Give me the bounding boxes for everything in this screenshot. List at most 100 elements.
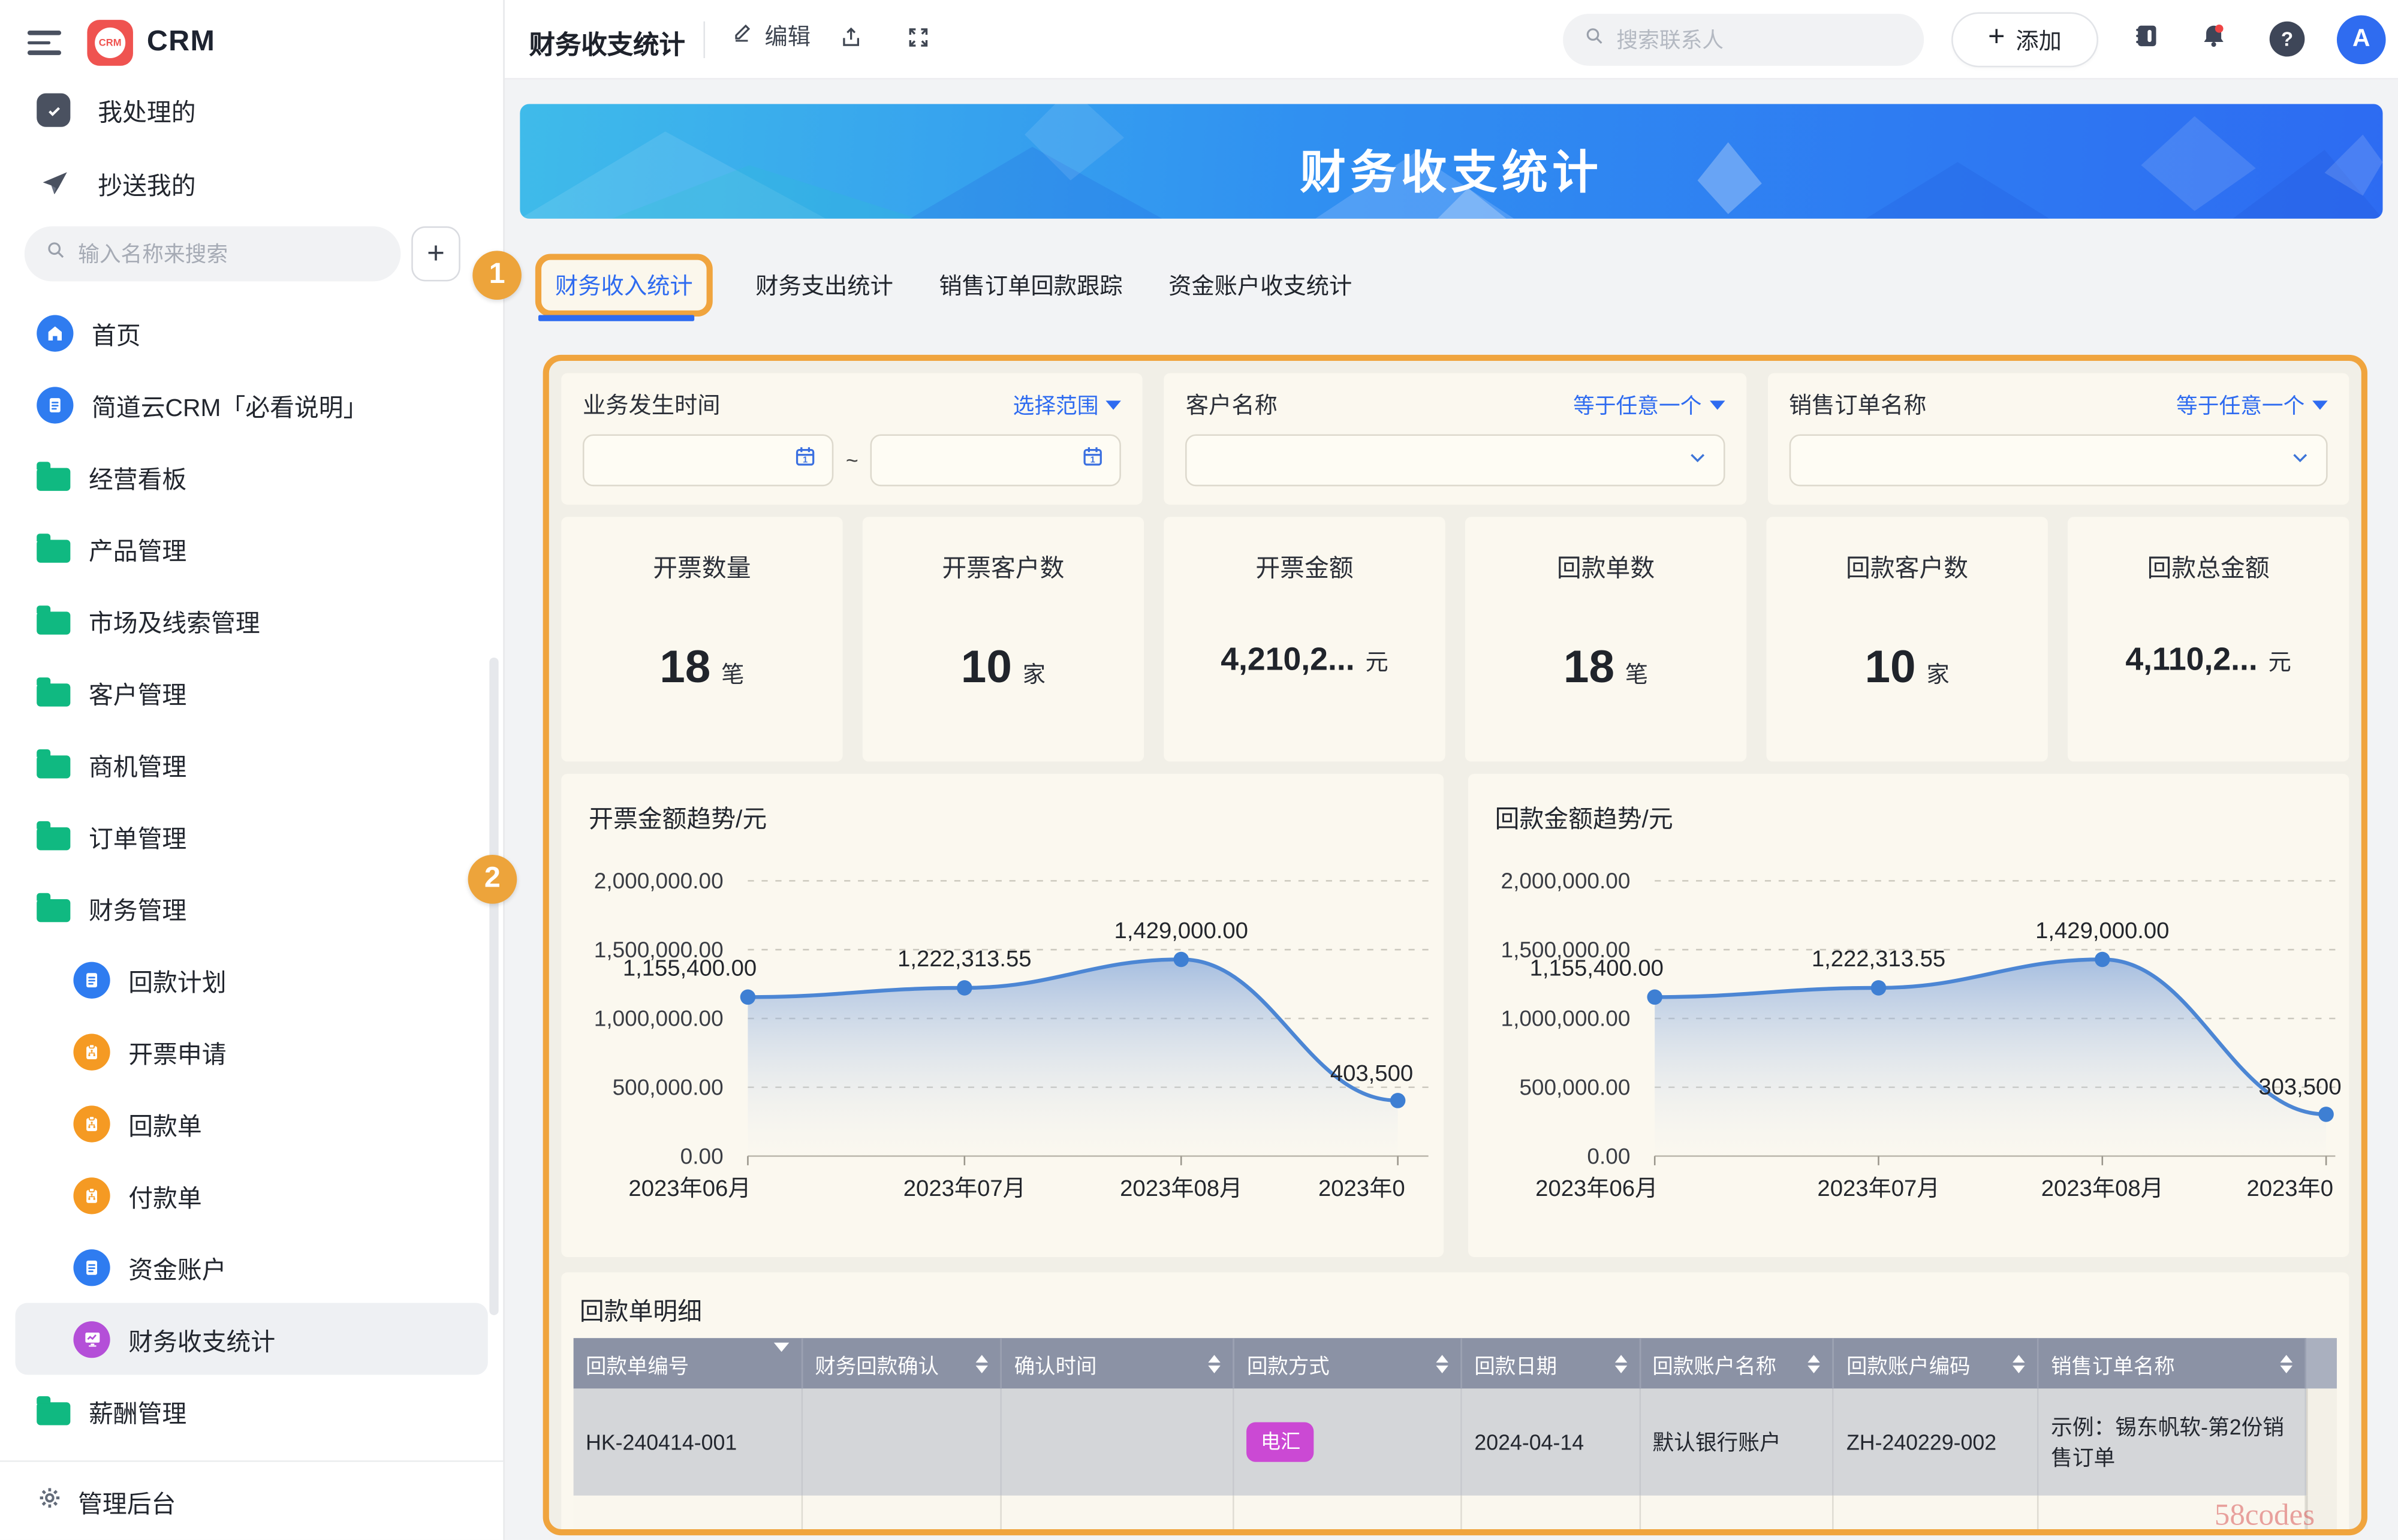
calendar-icon: 1 xyxy=(793,444,818,477)
table-cell: 2023-09-24 xyxy=(1462,1496,1640,1529)
tab-item[interactable]: 销售订单回款跟踪 xyxy=(939,269,1122,302)
contact-search-input[interactable] xyxy=(1616,28,1876,52)
sidebar-item-label: 首页 xyxy=(92,314,141,351)
kpi-number: 10 xyxy=(1864,642,1915,692)
folder-icon xyxy=(37,467,70,490)
filter-row: 业务发生时间选择范围1~1客户名称等于任意一个销售订单名称等于任意一个 xyxy=(561,373,2349,504)
folder-icon xyxy=(37,683,70,706)
sidebar-item[interactable]: 市场及线索管理 xyxy=(16,584,488,656)
filter-operator[interactable]: 选择范围 xyxy=(1013,389,1122,420)
sidebar-item-label: 资金账户 xyxy=(128,1249,226,1285)
avatar[interactable]: A xyxy=(2337,16,2386,65)
svg-text:1: 1 xyxy=(1091,455,1096,465)
column-header[interactable]: 财务回款确认 xyxy=(803,1338,1002,1388)
filter-operator[interactable]: 等于任意一个 xyxy=(2176,389,2328,420)
column-header[interactable]: 销售订单名称 xyxy=(2039,1338,2307,1388)
sidebar-item-cc-to-me[interactable]: 抄送我的 xyxy=(0,153,503,214)
svg-text:2023年0: 2023年0 xyxy=(1318,1176,1405,1201)
sidebar-item[interactable]: 资金账户 xyxy=(16,1231,488,1303)
column-header[interactable]: 回款方式 xyxy=(1235,1338,1462,1388)
contact-search[interactable] xyxy=(1563,14,1924,66)
annotation-badge-1: 1 xyxy=(472,251,522,300)
sidebar-item[interactable]: 开票申请 xyxy=(16,1015,488,1087)
filter-inputs: 1 ~1 xyxy=(583,434,1122,486)
svg-text:1,155,400.00: 1,155,400.00 xyxy=(623,956,757,981)
tab-active[interactable]: 财务收入统计 xyxy=(538,257,710,314)
topbar: 财务收支统计 编辑 + 添加 ? A xyxy=(505,0,2398,80)
kpi-number: 10 xyxy=(961,642,1012,692)
menu-toggle-icon[interactable] xyxy=(28,31,61,55)
table-scrollbar-track[interactable] xyxy=(2307,1388,2337,1496)
sidebar-item[interactable]: 首页 xyxy=(16,297,488,369)
svg-text:1: 1 xyxy=(803,455,808,465)
select-input[interactable] xyxy=(1789,434,2328,486)
folder-icon xyxy=(37,827,70,849)
column-header[interactable]: 回款单编号 xyxy=(574,1338,803,1388)
sidebar-item[interactable]: 订单管理 xyxy=(16,800,488,872)
column-label: 回款账户名称 xyxy=(1652,1348,1776,1379)
sidebar-search-input[interactable] xyxy=(78,242,353,266)
range-separator: ~ xyxy=(846,448,858,472)
add-button[interactable]: + 添加 xyxy=(1951,12,2098,67)
column-header[interactable]: 确认时间 xyxy=(1002,1338,1234,1388)
chart-title: 回款金额趋势/元 xyxy=(1495,798,1673,835)
svg-text:1,429,000.00: 1,429,000.00 xyxy=(1114,918,1248,944)
kpi-card: 开票金额4,210,2...元 xyxy=(1164,517,1445,761)
kpi-unit: 元 xyxy=(2269,650,2291,676)
sidebar-item[interactable]: 付款单 xyxy=(16,1159,488,1231)
filter-head: 业务发生时间选择范围 xyxy=(583,388,1122,421)
column-header[interactable]: 回款日期 xyxy=(1462,1338,1640,1388)
sidebar-add-button[interactable]: + xyxy=(411,227,460,282)
sidebar-item[interactable]: 简道云CRM「必看说明」 xyxy=(16,369,488,441)
sidebar-search[interactable] xyxy=(25,227,401,282)
caret-down-icon xyxy=(1709,400,1725,409)
caret-down-icon xyxy=(1106,400,1122,409)
sidebar-nav: 首页简道云CRM「必看说明」经营看板产品管理市场及线索管理客户管理商机管理订单管… xyxy=(0,297,503,1446)
sidebar-item[interactable]: 回款计划 xyxy=(16,944,488,1015)
sidebar-item[interactable]: 客户管理 xyxy=(16,656,488,728)
edit-button[interactable]: 编辑 xyxy=(731,20,811,52)
share-icon[interactable] xyxy=(838,25,864,58)
filter-operator[interactable]: 等于任意一个 xyxy=(1573,389,1725,420)
sidebar-item[interactable]: 产品管理 xyxy=(16,513,488,584)
sidebar-item[interactable]: 商机管理 xyxy=(16,728,488,800)
admin-label: 管理后台 xyxy=(78,1482,176,1519)
sidebar-item[interactable]: 财务收支统计 xyxy=(16,1303,488,1375)
filter-operator-label: 选择范围 xyxy=(1013,389,1099,420)
svg-text:1,222,313.55: 1,222,313.55 xyxy=(1811,946,1945,972)
sidebar-item[interactable]: 经营看板 xyxy=(16,441,488,513)
sidebar-scrollbar[interactable] xyxy=(489,658,498,1315)
search-icon xyxy=(1583,25,1605,55)
tab-item[interactable]: 财务支出统计 xyxy=(755,269,893,302)
kpi-label: 开票数量 xyxy=(561,547,842,584)
tab-item[interactable]: 资金账户收支统计 xyxy=(1168,269,1352,302)
sidebar-item[interactable]: 薪酬管理 xyxy=(16,1375,488,1446)
crm-app-logo: CRM xyxy=(87,20,133,66)
kpi-unit: 笔 xyxy=(721,662,744,688)
chart-payment-trend: 回款金额趋势/元2,000,000.001,500,000.001,000,00… xyxy=(1468,774,2349,1257)
chart-title: 开票金额趋势/元 xyxy=(589,798,767,835)
table-row[interactable]: HK-240305-018确认2023-09-24 18:31网上转账2023-… xyxy=(574,1496,2337,1529)
sidebar-item-label: 财务管理 xyxy=(89,889,186,926)
date-input[interactable]: 1 xyxy=(870,434,1122,486)
fullscreen-icon[interactable] xyxy=(905,25,931,58)
column-label: 回款单编号 xyxy=(586,1348,689,1379)
chevron-down-icon xyxy=(1685,444,1709,477)
help-icon[interactable]: ? xyxy=(2270,22,2305,57)
table-scrollbar-track[interactable] xyxy=(2307,1496,2337,1529)
sidebar-item[interactable]: 财务管理 xyxy=(16,872,488,944)
chart-row: 开票金额趋势/元2,000,000.001,500,000.001,000,00… xyxy=(561,774,2349,1257)
date-input[interactable]: 1 xyxy=(583,434,834,486)
table-cell: 2024-04-14 xyxy=(1462,1388,1640,1496)
sidebar-item-my-tasks[interactable]: 我处理的 xyxy=(0,80,503,141)
sidebar-item-admin[interactable]: 管理后台 xyxy=(0,1460,503,1540)
column-header[interactable]: 回款账户名称 xyxy=(1640,1338,1834,1388)
kpi-number: 4,110,2... xyxy=(2125,642,2257,677)
notification-bell-icon[interactable] xyxy=(2199,22,2228,58)
sidebar-item[interactable]: 回款单 xyxy=(16,1087,488,1159)
table-row[interactable]: HK-240414-001电汇2024-04-14默认银行账户ZH-240229… xyxy=(574,1388,2337,1496)
divider xyxy=(703,22,705,58)
column-header[interactable]: 回款账户编码 xyxy=(1834,1338,2039,1388)
contacts-book-icon[interactable] xyxy=(2132,22,2161,58)
select-input[interactable] xyxy=(1186,434,1725,486)
